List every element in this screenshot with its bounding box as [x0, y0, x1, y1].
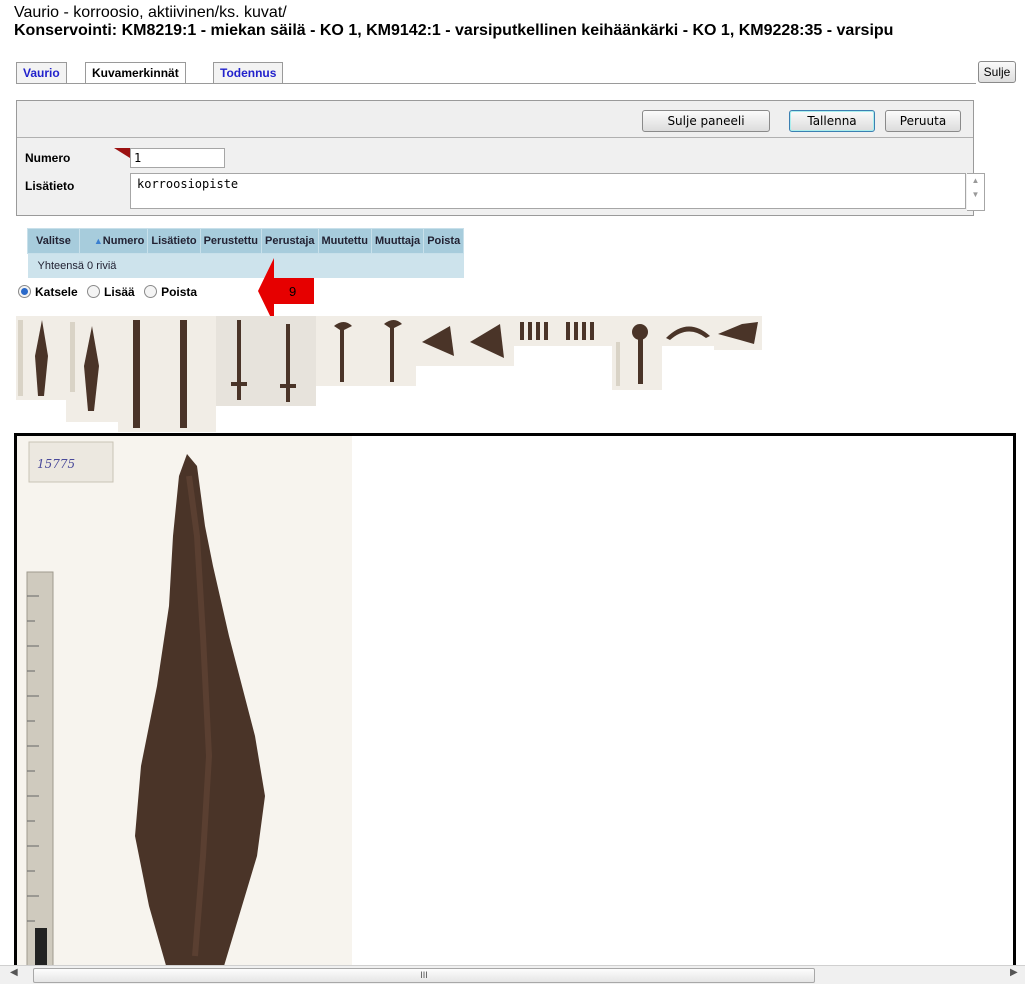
numero-label: Numero — [25, 151, 71, 165]
required-marker-icon — [114, 148, 130, 158]
scroll-left-icon[interactable]: ◀ — [10, 967, 18, 978]
arrow-shape — [258, 258, 314, 324]
mode-radio-group: Katsele Lisää Poista — [18, 285, 203, 299]
tab-todennus[interactable]: Todennus — [213, 62, 284, 83]
col-valitse[interactable]: Valitse — [27, 228, 80, 254]
table-header-row: Valitse ▲Numero Lisätieto Perustettu Per… — [27, 228, 465, 254]
radio-lisaa[interactable]: Lisää — [87, 285, 135, 299]
thumbnail[interactable] — [316, 316, 416, 386]
textarea-scrollbar[interactable]: ▲ ▼ — [967, 173, 985, 211]
scrollbar-thumb[interactable]: III — [33, 968, 815, 983]
radio-katsele-indicator[interactable] — [18, 285, 31, 298]
thumbnail[interactable] — [662, 316, 714, 346]
artifact-photo[interactable]: 15775 — [17, 436, 352, 976]
radio-poista-label: Poista — [161, 285, 198, 299]
tab-divider — [16, 83, 976, 84]
col-lisatieto[interactable]: Lisätieto — [147, 228, 201, 254]
cancel-button[interactable]: Peruuta — [885, 110, 961, 132]
page-title-prefix: Vaurio — [14, 4, 60, 21]
radio-katsele[interactable]: Katsele — [18, 285, 78, 299]
horizontal-scrollbar[interactable]: ◀ III ▶ — [0, 965, 1025, 984]
radio-lisaa-label: Lisää — [104, 285, 135, 299]
page-title-rest: - korroosio, aktiivinen/ks. kuvat/ — [59, 4, 287, 21]
close-panel-button[interactable]: Sulje paneeli — [642, 110, 770, 132]
save-button[interactable]: Tallenna — [789, 110, 875, 132]
thumbnail[interactable] — [66, 316, 118, 422]
thumbnail[interactable] — [612, 316, 662, 390]
col-muuttaja[interactable]: Muuttaja — [370, 228, 425, 254]
col-perustettu[interactable]: Perustettu — [199, 228, 262, 254]
col-muutettu[interactable]: Muutettu — [317, 228, 372, 254]
thumbnail[interactable] — [416, 316, 514, 366]
tab-kuvamerkinnat[interactable]: Kuvamerkinnät — [85, 62, 186, 84]
spearhead-image: 15775 — [26, 441, 265, 976]
page-title: Vaurio - korroosio, aktiivinen/ks. kuvat… — [14, 4, 287, 22]
radio-poista[interactable]: Poista — [144, 285, 197, 299]
annotation-arrow: 9 — [258, 258, 314, 324]
col-numero[interactable]: ▲Numero — [78, 228, 149, 254]
radio-katsele-label: Katsele — [35, 285, 78, 299]
sort-asc-icon: ▲ — [93, 236, 103, 246]
close-button[interactable]: Sulje — [978, 61, 1016, 83]
scroll-right-icon[interactable]: ▶ — [1010, 967, 1018, 978]
tab-vaurio[interactable]: Vaurio — [16, 62, 67, 83]
radio-lisaa-indicator[interactable] — [87, 285, 101, 298]
panel-toolbar: Sulje paneeli Tallenna Peruuta — [17, 101, 973, 138]
edit-panel: Sulje paneeli Tallenna Peruuta Numero 1 … — [16, 100, 985, 216]
table-footer-row: Yhteensä 0 riviä — [27, 253, 464, 278]
col-numero-label: Numero — [102, 235, 145, 247]
markings-table: Valitse ▲Numero Lisätieto Perustettu Per… — [27, 228, 465, 278]
row-count: Yhteensä 0 riviä — [27, 253, 464, 278]
thumbnail[interactable] — [216, 316, 316, 406]
thumbnail[interactable] — [118, 316, 216, 432]
thumbnail[interactable] — [714, 316, 762, 350]
col-perustaja[interactable]: Perustaja — [260, 228, 319, 254]
thumbnail[interactable] — [16, 316, 66, 400]
photo-label-text: 15775 — [37, 457, 75, 471]
lisatieto-label: Lisätieto — [25, 179, 75, 193]
conservation-subtitle: Konservointi: KM8219:1 - miekan säilä - … — [14, 22, 894, 39]
thumbnail[interactable] — [514, 316, 612, 346]
numero-field[interactable]: 1 — [130, 148, 225, 168]
lisatieto-textarea[interactable]: korroosiopiste — [130, 173, 966, 209]
col-poista[interactable]: Poista — [423, 228, 465, 254]
annotation-number: 9 — [289, 284, 296, 299]
image-viewer[interactable]: 15775 — [14, 433, 1016, 976]
radio-poista-indicator[interactable] — [144, 285, 158, 298]
